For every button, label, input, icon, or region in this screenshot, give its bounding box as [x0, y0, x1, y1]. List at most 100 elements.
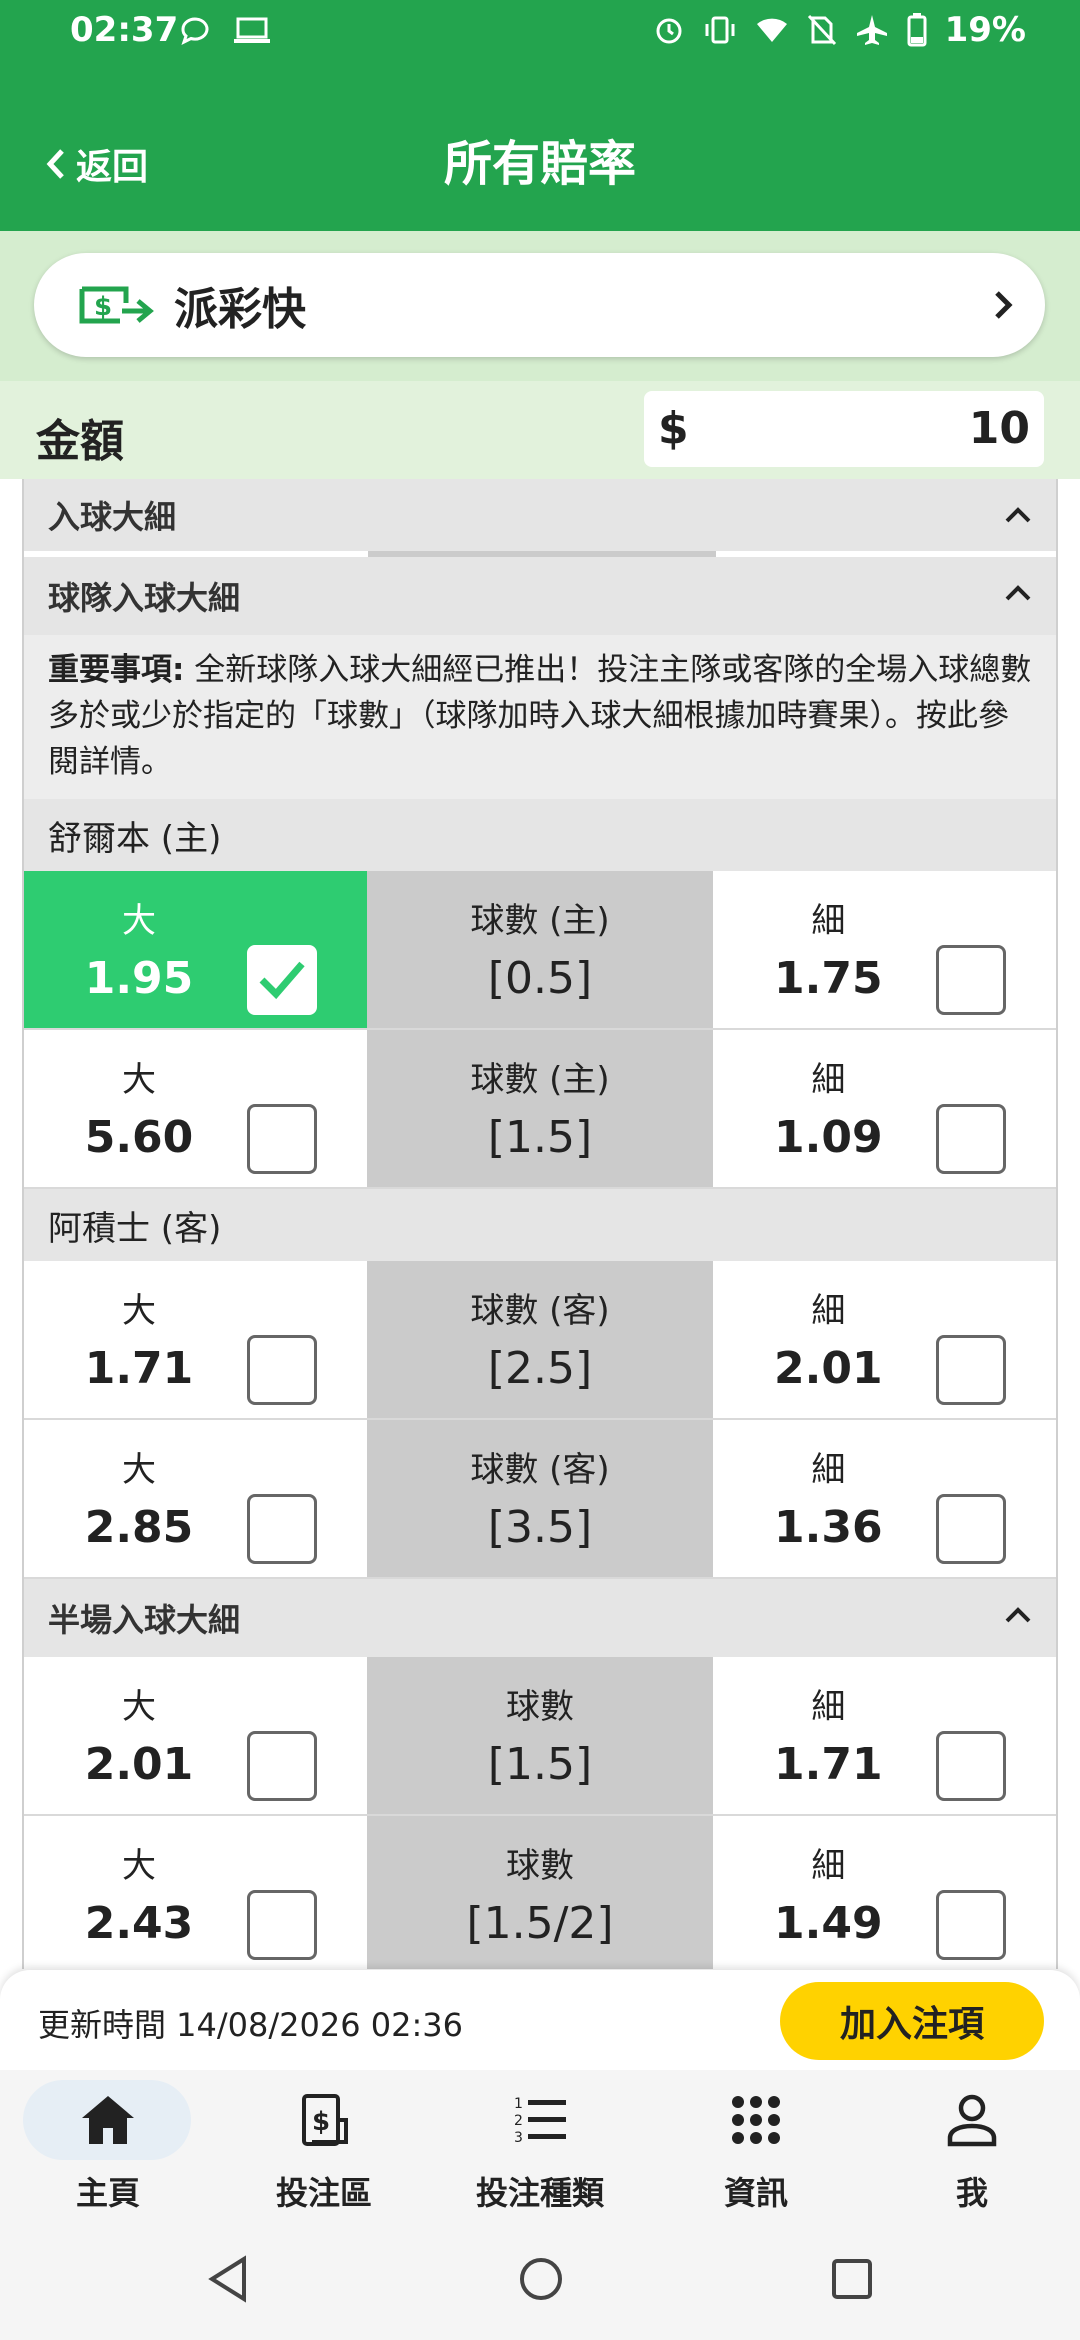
nav-item-bet-slip[interactable]: $ 投注區 [216, 2070, 432, 2220]
vibrate-icon [705, 16, 735, 44]
section-header-total-goals[interactable]: 入球大細 [24, 479, 1056, 551]
checkbox[interactable] [936, 945, 1007, 1015]
odds-content[interactable]: 入球大細 球隊入球大細 重要事項: 全新球隊入球大細經已推出！投注主隊或客隊的全… [22, 479, 1058, 1969]
odds-cell-high[interactable]: 大 2.43 [24, 1816, 367, 1969]
line-title: 球數 [506, 1687, 574, 1727]
section-title: 半場入球大細 [48, 1601, 241, 1639]
line-cell: 球數 (主) [0.5] [366, 871, 714, 1028]
nav-item-bet-types[interactable]: 123 投注種類 [432, 2070, 648, 2220]
svg-text:3: 3 [514, 2130, 523, 2146]
svg-text:2: 2 [514, 2113, 523, 2129]
team-header-home: 舒爾本 (主) [24, 799, 1056, 871]
low-label: 細 [811, 1291, 846, 1331]
checkbox[interactable] [247, 1731, 317, 1801]
nav-item-home[interactable]: 主頁 [0, 2070, 216, 2220]
odds-cell-low[interactable]: 細 1.36 [713, 1420, 1056, 1577]
back-triangle-icon[interactable] [206, 2254, 250, 2304]
cash-transfer-icon: $ [79, 286, 154, 324]
update-time: 更新時間 14/08/2026 02:36 [38, 2006, 464, 2044]
line-cell: 球數 (客) [3.5] [366, 1420, 714, 1577]
checkbox[interactable] [936, 1335, 1007, 1405]
low-odds: 2.01 [774, 1343, 883, 1394]
home-circle-icon[interactable] [518, 2254, 564, 2304]
status-time: 02:37 [70, 10, 179, 50]
odds-cell-low[interactable]: 細 1.71 [713, 1657, 1056, 1814]
nav-label: 資訊 [723, 2174, 788, 2212]
alarm-icon [656, 18, 682, 44]
high-odds: 2.01 [84, 1739, 194, 1790]
svg-text:$: $ [94, 292, 112, 322]
airplane-icon [856, 15, 887, 45]
section-header-team-goals[interactable]: 球隊入球大細 [24, 557, 1056, 635]
odds-cell-high[interactable]: 大 1.71 [24, 1261, 367, 1418]
nav-label: 主頁 [75, 2174, 140, 2212]
low-odds: 1.36 [774, 1502, 883, 1553]
line-value: [0.5] [487, 953, 593, 1004]
recents-square-icon[interactable] [830, 2254, 874, 2304]
chevron-up-icon [1005, 1607, 1031, 1623]
odds-cell-low[interactable]: 細 1.75 [713, 871, 1056, 1028]
quick-payout-card[interactable]: $ 派彩快 [34, 253, 1045, 357]
promo-area: $ 派彩快 [0, 231, 1080, 381]
low-label: 細 [811, 1687, 846, 1727]
nav-item-me[interactable]: 我 [864, 2070, 1080, 2220]
odds-cell-low[interactable]: 細 2.01 [713, 1261, 1056, 1418]
low-label: 細 [811, 901, 846, 941]
app-header: 02:37 19% 返回 所有賠率 [0, 0, 1080, 231]
status-bar: 02:37 19% [0, 0, 1080, 66]
line-cell: 球數 [1.5/2] [366, 1816, 714, 1969]
status-notification-icons [178, 14, 272, 48]
line-title: 球數 (客) [470, 1450, 610, 1490]
odds-cell-high[interactable]: 大 2.01 [24, 1657, 367, 1814]
section-header-half-time-goals[interactable]: 半場入球大細 [24, 1579, 1056, 1657]
nav-label: 我 [955, 2174, 988, 2212]
low-odds: 1.09 [774, 1112, 883, 1163]
odds-row: 大 1.95 球數 (主) [0.5] 細 1.75 [24, 871, 1056, 1030]
battery-icon [907, 13, 927, 47]
nav-label: 投注種類 [475, 2174, 604, 2212]
high-label: 大 [122, 1687, 156, 1727]
high-odds: 1.71 [84, 1343, 194, 1394]
line-value: [3.5] [487, 1502, 593, 1553]
odds-cell-high[interactable]: 大 2.85 [24, 1420, 367, 1577]
high-label: 大 [122, 1291, 156, 1331]
line-title: 球數 (主) [470, 901, 610, 941]
line-title: 球數 [506, 1846, 574, 1886]
odds-row: 大 5.60 球數 (主) [1.5] 細 1.09 [24, 1030, 1056, 1189]
odds-cell-high[interactable]: 大 5.60 [24, 1030, 367, 1187]
high-label: 大 [122, 1060, 156, 1100]
checkbox[interactable] [936, 1890, 1007, 1960]
line-value: [2.5] [487, 1343, 593, 1394]
checkbox[interactable] [936, 1104, 1007, 1174]
line-title: 球數 (主) [470, 1060, 610, 1100]
checkbox[interactable] [247, 1104, 317, 1174]
checkbox-checked[interactable] [247, 945, 317, 1015]
battery-percent: 19% [944, 10, 1026, 50]
checkbox[interactable] [247, 1335, 317, 1405]
amount-input[interactable]: $ 10 [644, 391, 1044, 467]
line-value: [1.5] [487, 1112, 593, 1163]
system-navigation-bar [0, 2220, 1080, 2340]
checkbox[interactable] [247, 1494, 317, 1564]
laptop-icon [234, 17, 270, 43]
high-label: 大 [122, 1450, 156, 1490]
checkbox[interactable] [936, 1494, 1007, 1564]
notice-text: 全新球隊入球大細經已推出！投注主隊或客隊的全場入球總數多於或少於指定的「球數」（… [48, 652, 1032, 780]
add-bet-button[interactable]: 加入注項 [780, 1982, 1044, 2060]
amount-currency: $ [658, 403, 689, 454]
checkbox[interactable] [247, 1890, 317, 1960]
bet-slip-icon: $ [302, 2094, 348, 2146]
checkbox[interactable] [936, 1731, 1007, 1801]
bottom-nav: 主頁 $ 投注區 123 投注種類 資訊 我 [0, 2070, 1080, 2220]
nav-item-info[interactable]: 資訊 [648, 2070, 864, 2220]
low-label: 細 [811, 1060, 846, 1100]
odds-cell-high[interactable]: 大 1.95 [24, 871, 367, 1028]
svg-text:$: $ [312, 2107, 330, 2137]
odds-cell-low[interactable]: 細 1.09 [713, 1030, 1056, 1187]
important-notice[interactable]: 重要事項: 全新球隊入球大細經已推出！投注主隊或客隊的全場入球總數多於或少於指定… [24, 635, 1056, 799]
high-odds: 5.60 [84, 1112, 194, 1163]
high-odds: 2.43 [84, 1898, 194, 1949]
odds-cell-low[interactable]: 細 1.49 [713, 1816, 1056, 1969]
chevron-up-icon [1005, 585, 1031, 601]
amount-label: 金額 [36, 416, 124, 467]
